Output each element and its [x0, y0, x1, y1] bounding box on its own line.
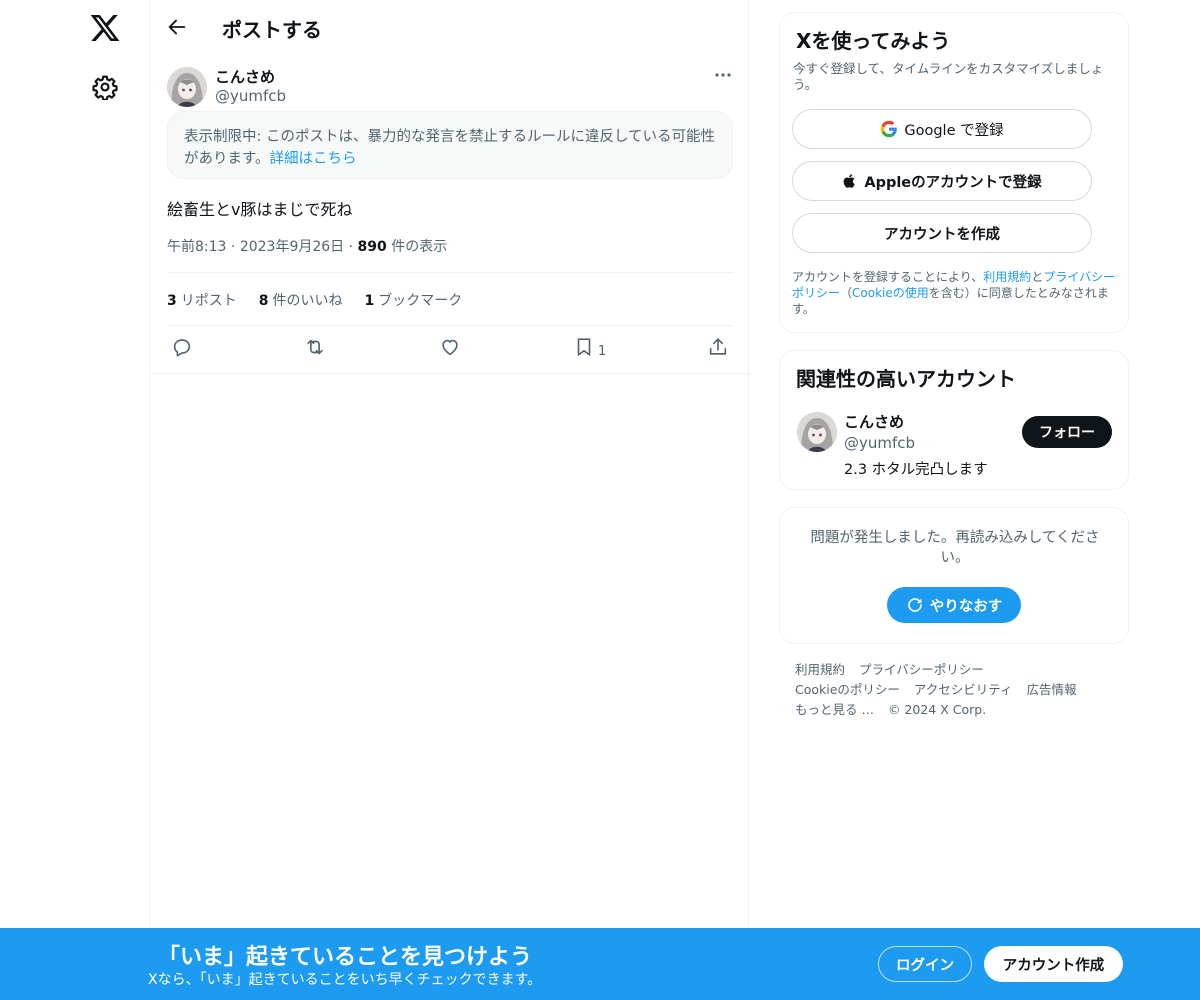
author-avatar[interactable]: [167, 67, 207, 107]
related-handle[interactable]: @yumfcb: [844, 434, 915, 452]
apple-signup-button[interactable]: Appleのアカウントで登録: [792, 161, 1092, 201]
signup-card: Xを使ってみよう 今すぐ登録して、タイムラインをカスタマイズしましょう。 Goo…: [779, 12, 1129, 333]
apple-icon: [843, 174, 856, 188]
signup-button[interactable]: アカウント作成: [984, 946, 1123, 982]
x-logo-icon[interactable]: [89, 12, 121, 44]
post-time[interactable]: 午前8:13: [167, 239, 226, 255]
avatar-illustration-icon: [797, 412, 837, 452]
meta-separator: ·: [230, 239, 236, 255]
back-arrow-icon[interactable]: [166, 16, 188, 38]
left-nav: [0, 0, 150, 1000]
google-signup-button[interactable]: Google で登録: [792, 109, 1092, 149]
reply-icon[interactable]: [171, 336, 193, 358]
post-stats: 3 リポスト 8 件のいいね 1 ブックマーク: [167, 290, 462, 310]
error-card: 問題が発生しました。再読み込みしてください。 やりなおす: [779, 507, 1129, 644]
bottom-signup-bar: 「いま」起きていることを見つけよう Xなら、「いま」起きていることをいち早くチェ…: [0, 928, 1200, 1000]
post: こんさめ @yumfcb 表示制限中: このポストは、暴力的な発言を禁止するルー…: [150, 54, 750, 374]
meta-separator: ·: [348, 239, 354, 255]
related-accounts-card: 関連性の高いアカウント こんさめ @yumfcb 2.3 ホタル完凸します フォ…: [779, 350, 1129, 490]
create-account-label: アカウントを作成: [884, 226, 1000, 243]
footer-links: 利用規約 プライバシーポリシー Cookieのポリシー アクセシビリティ 広告情…: [795, 660, 1125, 720]
footer-link-cookie[interactable]: Cookieのポリシー: [795, 682, 900, 697]
repost-icon[interactable]: [304, 336, 326, 358]
page: ポストする こんさめ @yumfcb 表示制限中: このポストは、暴力的な発言を…: [0, 0, 1200, 1000]
bookmark-count: 1: [598, 344, 607, 359]
follow-button[interactable]: フォロー: [1022, 416, 1112, 448]
retry-label: やりなおす: [929, 598, 1003, 615]
signup-title: Xを使ってみよう: [796, 29, 951, 53]
like-icon[interactable]: [439, 336, 461, 358]
post-text: 絵畜生とv豚はまじで死ね: [167, 200, 353, 219]
post-date[interactable]: 2023年9月26日: [240, 239, 344, 255]
share-icon[interactable]: [707, 336, 729, 358]
retry-button[interactable]: やりなおす: [887, 587, 1021, 623]
notice-text: 表示制限中: このポストは、暴力的な発言を禁止するルールに違反している可能性があ…: [184, 129, 716, 167]
post-actions: 1: [150, 336, 750, 362]
more-options-icon[interactable]: [713, 68, 733, 82]
google-signup-label: Google で登録: [904, 122, 1004, 139]
reposts-stat[interactable]: 3 リポスト: [167, 290, 237, 310]
related-avatar[interactable]: [797, 412, 837, 452]
error-message: 問題が発生しました。再読み込みしてください。: [810, 530, 1100, 566]
related-title: 関連性の高いアカウント: [796, 367, 1016, 391]
footer-link-terms[interactable]: 利用規約: [795, 662, 845, 677]
bookmarks-stat[interactable]: 1 ブックマーク: [365, 290, 463, 310]
apple-signup-label: Appleのアカウントで登録: [864, 174, 1042, 191]
related-name[interactable]: こんさめ: [844, 411, 904, 432]
footer-link-privacy[interactable]: プライバシーポリシー: [859, 662, 984, 677]
google-icon: [881, 120, 898, 138]
views-count: 890: [357, 239, 387, 255]
login-button[interactable]: ログイン: [878, 946, 972, 982]
gear-icon[interactable]: [92, 74, 118, 100]
views-label: 件の表示: [391, 239, 448, 255]
bottom-bar-subtitle: Xなら、「いま」起きていることをいち早くチェックできます。: [148, 972, 542, 988]
signup-legal-text: アカウントを登録することにより、利用規約とプライバシーポリシー（Cookieの使…: [792, 270, 1116, 316]
author-name[interactable]: こんさめ: [215, 66, 275, 87]
main-column: ポストする こんさめ @yumfcb 表示制限中: このポストは、暴力的な発言を…: [149, 0, 750, 1000]
avatar-illustration-icon: [167, 67, 207, 107]
post-meta: 午前8:13 · 2023年9月26日 · 890 件の表示: [167, 236, 447, 256]
author-handle[interactable]: @yumfcb: [215, 87, 286, 105]
cookie-link[interactable]: Cookieの使用: [852, 286, 929, 300]
footer-link-accessibility[interactable]: アクセシビリティ: [914, 682, 1013, 697]
bookmark-icon[interactable]: [573, 336, 595, 358]
signup-subtitle: 今すぐ登録して、タイムラインをカスタマイズしましょう。: [793, 61, 1104, 92]
post-header: ポストする: [150, 0, 750, 54]
terms-link[interactable]: 利用規約: [983, 270, 1031, 284]
likes-stat[interactable]: 8 件のいいね: [259, 290, 343, 310]
create-account-button[interactable]: アカウントを作成: [792, 213, 1092, 253]
footer-copyright: © 2024 X Corp.: [887, 702, 987, 717]
page-title: ポストする: [222, 18, 322, 42]
notice-learn-more-link[interactable]: 詳細はこちら: [270, 151, 357, 167]
bottom-bar-title: 「いま」起きていることを見つけよう: [158, 945, 533, 970]
divider: [167, 272, 733, 273]
restriction-notice: 表示制限中: このポストは、暴力的な発言を禁止するルールに違反している可能性があ…: [167, 111, 733, 179]
divider: [167, 325, 733, 326]
related-bio: 2.3 ホタル完凸します: [844, 462, 988, 478]
footer-link-ads[interactable]: 広告情報: [1027, 682, 1077, 697]
refresh-icon: [907, 598, 922, 612]
footer-link-more[interactable]: もっと見る …: [795, 702, 874, 717]
